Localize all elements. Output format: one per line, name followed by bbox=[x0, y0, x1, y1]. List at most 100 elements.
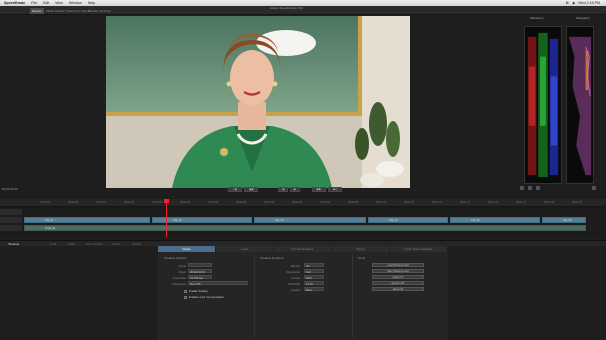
scope-option-icon[interactable] bbox=[528, 186, 532, 190]
properties-panel: Timeline Options Name Origin 00:00:00:00… bbox=[158, 252, 448, 340]
tab-desktop-2[interactable]: Desktop bbox=[98, 8, 113, 14]
format-select[interactable]: DPX bbox=[304, 275, 324, 280]
bit-depth-select[interactable]: 10 bit bbox=[304, 281, 324, 286]
plant-image bbox=[355, 102, 404, 187]
track-header-video[interactable] bbox=[0, 209, 22, 215]
field-label: Origin bbox=[178, 270, 186, 274]
render-select[interactable]: On bbox=[304, 263, 324, 268]
fast-forward-button[interactable]: ▶▶ bbox=[312, 187, 326, 192]
field-label: Name bbox=[178, 264, 186, 268]
load-lut-button[interactable]: Load LUT bbox=[372, 275, 424, 279]
ruler-label: 00:01:30 bbox=[544, 201, 555, 204]
tab-look[interactable]: Look bbox=[50, 242, 57, 246]
tab-audio[interactable]: Audio bbox=[112, 242, 120, 246]
timeline-timecode[interactable]: 00:01:00:00 bbox=[2, 187, 18, 191]
checkbox-label: Enable Scaling bbox=[189, 289, 208, 293]
field-label: Format bbox=[291, 276, 300, 280]
timeline-clip[interactable]: Clip_02 bbox=[152, 217, 252, 223]
ruler-label: 00:00:35 bbox=[236, 201, 247, 204]
quality-select[interactable]: Best bbox=[304, 287, 324, 292]
clip-name: Audio_01 bbox=[45, 227, 56, 230]
colorspace-select[interactable]: Rec.709 bbox=[188, 281, 248, 286]
go-to-end-button[interactable]: ▶| bbox=[328, 187, 342, 192]
ruler-label: 00:01:35 bbox=[572, 201, 583, 204]
ruler-label: 00:01:00 bbox=[376, 201, 387, 204]
ruler-label: 00:00:25 bbox=[180, 201, 191, 204]
playhead-line[interactable] bbox=[166, 201, 167, 237]
scope-option-icon[interactable] bbox=[536, 186, 540, 190]
timeline-clip[interactable]: Clip_04 bbox=[368, 217, 448, 223]
ruler-label: 00:00:45 bbox=[292, 201, 303, 204]
timeline-clip[interactable]: Clip_06 bbox=[542, 217, 586, 223]
ruler-label: 00:00:05 bbox=[68, 201, 79, 204]
section-tools: Tools bbox=[358, 256, 366, 260]
section-timeline-renders: Timeline Renders bbox=[260, 256, 284, 260]
timeline-clip[interactable]: Clip_05 bbox=[450, 217, 540, 223]
tab-output[interactable]: Output bbox=[132, 242, 141, 246]
window-title: Adobe SpeedGrade CS6 bbox=[270, 6, 304, 10]
tab-mask[interactable]: Mask bbox=[68, 242, 75, 246]
load-shared-looks-button[interactable]: Load Shared Looks bbox=[372, 263, 424, 267]
histogram-title: Histogram bbox=[576, 16, 590, 20]
tab-pan-zoom[interactable]: Pan & Zoom bbox=[86, 242, 103, 246]
ruler-label: 00:01:15 bbox=[460, 201, 471, 204]
checkbox-label: Enable Level Compensation bbox=[189, 295, 224, 299]
framerate-field[interactable]: 23.976 fps bbox=[188, 275, 212, 280]
ruler-label: 00:01:25 bbox=[516, 201, 527, 204]
rewind-button[interactable]: ◀◀ bbox=[244, 187, 258, 192]
export-lut-button[interactable]: Export LUT bbox=[372, 281, 424, 285]
ruler-label: 00:00:10 bbox=[96, 201, 107, 204]
track-header-audio[interactable] bbox=[0, 225, 22, 231]
column-divider bbox=[352, 254, 353, 338]
tab-timeline[interactable]: Timeline bbox=[8, 242, 19, 246]
timeline-clip[interactable]: Clip_01 bbox=[24, 217, 150, 223]
transport-controls: |◀ ◀◀ ◀ ▶ ▶▶ ▶| bbox=[228, 187, 366, 193]
ruler-label: 00:00:30 bbox=[208, 201, 219, 204]
histogram-scope[interactable] bbox=[566, 26, 594, 184]
field-label: Framerate bbox=[173, 276, 186, 280]
clip-name: Clip_01 bbox=[45, 219, 54, 222]
ruler-label: 00:00:40 bbox=[264, 201, 275, 204]
clip-name: Clip_03 bbox=[275, 219, 284, 222]
ruler-label: 00:01:10 bbox=[432, 201, 443, 204]
timeline-clip[interactable]: Clip_03 bbox=[254, 217, 366, 223]
play-button[interactable]: ▶ bbox=[290, 187, 300, 192]
field-label: Resolution bbox=[286, 270, 300, 274]
go-to-start-button[interactable]: |◀ bbox=[228, 187, 242, 192]
field-label: Bit Depth bbox=[288, 282, 300, 286]
ruler-label: 00:00:55 bbox=[348, 201, 359, 204]
name-field[interactable] bbox=[188, 263, 212, 267]
waveform-title: Waveform bbox=[530, 16, 544, 20]
field-label: Render bbox=[290, 264, 300, 268]
track-header-video-2[interactable] bbox=[0, 217, 22, 223]
clip-name: Clip_02 bbox=[173, 219, 182, 222]
video-viewer[interactable] bbox=[106, 16, 410, 188]
origin-field[interactable]: 00:00:00:00 bbox=[188, 269, 212, 274]
audio-clip[interactable]: Audio_01 bbox=[24, 225, 586, 231]
timeline-ruler[interactable]: 00:00:00 00:00:05 00:00:10 00:00:15 00:0… bbox=[0, 199, 606, 207]
ruler-label: 00:00:20 bbox=[152, 201, 163, 204]
save-shared-looks-button[interactable]: Save Shared Looks bbox=[372, 269, 424, 273]
timeline-tracks[interactable]: Clip_01 Clip_02 Clip_03 Clip_04 Clip_05 … bbox=[0, 207, 606, 237]
scope-option-icon[interactable] bbox=[592, 186, 596, 190]
rgb-waveform-scope[interactable] bbox=[524, 26, 562, 184]
field-label: Quality bbox=[291, 288, 300, 292]
reset-all-button[interactable]: Reset All bbox=[372, 287, 424, 291]
scope-option-icon[interactable] bbox=[520, 186, 524, 190]
enable-scaling-checkbox[interactable] bbox=[184, 290, 187, 293]
resolution-select[interactable]: Full bbox=[304, 269, 324, 274]
clip-name: Clip_05 bbox=[471, 219, 480, 222]
ruler-label: 00:00:15 bbox=[124, 201, 135, 204]
presenter-image bbox=[172, 34, 332, 188]
ruler-label: 00:00:00 bbox=[40, 201, 51, 204]
field-label: Colorspace bbox=[171, 282, 186, 286]
ruler-label: 00:00:50 bbox=[320, 201, 331, 204]
column-divider bbox=[254, 254, 255, 338]
ruler-label: 00:01:20 bbox=[488, 201, 499, 204]
clip-name: Clip_06 bbox=[563, 219, 572, 222]
scope-toolbar bbox=[516, 186, 600, 192]
tab-monitor[interactable]: Monitor bbox=[30, 8, 45, 14]
clip-name: Clip_04 bbox=[389, 219, 398, 222]
step-back-button[interactable]: ◀ bbox=[278, 187, 288, 192]
enable-level-compensation-checkbox[interactable] bbox=[184, 296, 187, 299]
